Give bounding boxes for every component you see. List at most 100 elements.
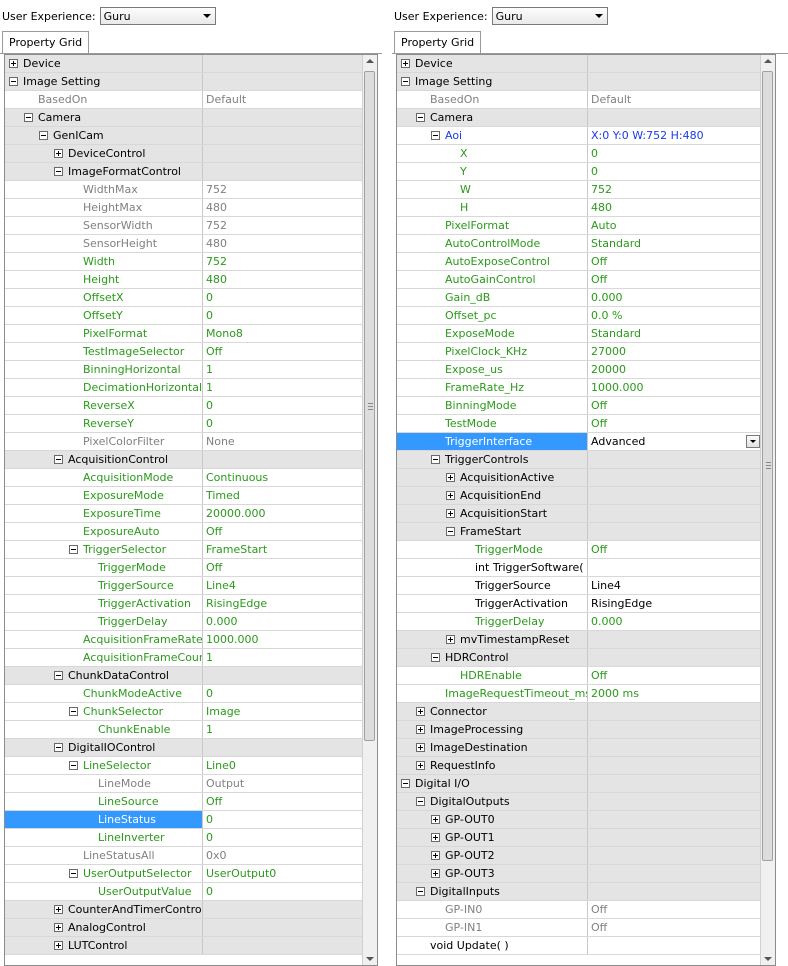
scroll-down-icon[interactable] <box>764 957 772 961</box>
expand-icon[interactable] <box>401 59 410 68</box>
property-row-exposuretime[interactable]: ExposureTime 20000.000 <box>5 505 363 523</box>
property-row-offsetx[interactable]: OffsetX 0 <box>5 289 363 307</box>
property-row-hdrcontrol[interactable]: HDRControl <box>397 649 761 667</box>
property-value[interactable]: Standard <box>588 325 761 342</box>
property-row-acquisitioncontrol[interactable]: AcquisitionControl <box>5 451 363 469</box>
expand-icon[interactable] <box>431 869 440 878</box>
property-value[interactable]: Continuous <box>203 469 363 486</box>
property-row-camera[interactable]: Camera <box>5 109 363 127</box>
collapse-icon[interactable] <box>431 455 440 464</box>
property-row-gp-in0[interactable]: GP-IN0 Off <box>397 901 761 919</box>
property-row-chunkenable[interactable]: ChunkEnable 1 <box>5 721 363 739</box>
property-row-sensorheight[interactable]: SensorHeight 480 <box>5 235 363 253</box>
property-row-heightmax[interactable]: HeightMax 480 <box>5 199 363 217</box>
expand-icon[interactable] <box>431 815 440 824</box>
property-value[interactable]: Advanced <box>588 433 761 450</box>
property-row-acquisitionactive[interactable]: AcquisitionActive <box>397 469 761 487</box>
property-row-gp-in1[interactable]: GP-IN1 Off <box>397 919 761 937</box>
expand-icon[interactable] <box>9 59 18 68</box>
property-row-triggermode[interactable]: TriggerMode Off <box>397 541 761 559</box>
expand-icon[interactable] <box>431 833 440 842</box>
property-row-chunkselector[interactable]: ChunkSelector Image <box>5 703 363 721</box>
property-value[interactable]: 2000 ms <box>588 685 761 702</box>
property-row-framerate-hz[interactable]: FrameRate_Hz 1000.000 <box>397 379 761 397</box>
property-row-height[interactable]: Height 480 <box>5 271 363 289</box>
property-row-reversey[interactable]: ReverseY 0 <box>5 415 363 433</box>
property-value[interactable]: 0 <box>203 685 363 702</box>
scroll-down-icon[interactable] <box>366 957 374 961</box>
collapse-icon[interactable] <box>39 131 48 140</box>
property-value[interactable]: 0 <box>203 307 363 324</box>
property-row-gain-db[interactable]: Gain_dB 0.000 <box>397 289 761 307</box>
property-value[interactable]: Default <box>588 91 761 108</box>
property-value[interactable]: X:0 Y:0 W:752 H:480 <box>588 127 761 144</box>
property-row-digitalinputs[interactable]: DigitalInputs <box>397 883 761 901</box>
property-row-digitaloutputs[interactable]: DigitalOutputs <box>397 793 761 811</box>
property-row-int-triggersoftware[interactable]: int TriggerSoftware( ) <box>397 559 761 577</box>
expand-icon[interactable] <box>54 941 63 950</box>
property-row-pixelclock-khz[interactable]: PixelClock_KHz 27000 <box>397 343 761 361</box>
expand-icon[interactable] <box>446 635 455 644</box>
collapse-icon[interactable] <box>446 527 455 536</box>
property-row-pixelformat[interactable]: PixelFormat Mono8 <box>5 325 363 343</box>
property-row-acquisitionmode[interactable]: AcquisitionMode Continuous <box>5 469 363 487</box>
property-value[interactable] <box>588 937 761 954</box>
property-row-aoi[interactable]: Aoi X:0 Y:0 W:752 H:480 <box>397 127 761 145</box>
property-value[interactable]: Off <box>588 271 761 288</box>
property-row-basedon[interactable]: BasedOn Default <box>5 91 363 109</box>
property-value[interactable]: 20000.000 <box>203 505 363 522</box>
property-row-imageformatcontrol[interactable]: ImageFormatControl <box>5 163 363 181</box>
property-row-expose-us[interactable]: Expose_us 20000 <box>397 361 761 379</box>
property-value[interactable]: 480 <box>203 235 363 252</box>
property-value[interactable]: Off <box>203 559 363 576</box>
property-value[interactable]: 1 <box>203 379 363 396</box>
property-value[interactable]: Off <box>588 415 761 432</box>
property-row-triggermode[interactable]: TriggerMode Off <box>5 559 363 577</box>
property-row-triggeractivation[interactable]: TriggerActivation RisingEdge <box>397 595 761 613</box>
property-row-useroutputselector[interactable]: UserOutputSelector UserOutput0 <box>5 865 363 883</box>
expand-icon[interactable] <box>54 905 63 914</box>
property-row-h[interactable]: H 480 <box>397 199 761 217</box>
property-row-triggercontrols[interactable]: TriggerControls <box>397 451 761 469</box>
property-value[interactable]: 480 <box>203 271 363 288</box>
tab-property-grid[interactable]: Property Grid <box>2 31 90 53</box>
property-value[interactable]: 752 <box>203 253 363 270</box>
property-row-sensorwidth[interactable]: SensorWidth 752 <box>5 217 363 235</box>
property-row-connector[interactable]: Connector <box>397 703 761 721</box>
property-row-triggersource[interactable]: TriggerSource Line4 <box>397 577 761 595</box>
property-row-basedon[interactable]: BasedOn Default <box>397 91 761 109</box>
property-row-devicecontrol[interactable]: DeviceControl <box>5 145 363 163</box>
property-row-testmode[interactable]: TestMode Off <box>397 415 761 433</box>
property-row-image-setting[interactable]: Image Setting <box>397 73 761 91</box>
property-row-offsety[interactable]: OffsetY 0 <box>5 307 363 325</box>
property-row-pixelformat[interactable]: PixelFormat Auto <box>397 217 761 235</box>
collapse-icon[interactable] <box>401 779 410 788</box>
property-row-requestinfo[interactable]: RequestInfo <box>397 757 761 775</box>
collapse-icon[interactable] <box>69 869 78 878</box>
expand-icon[interactable] <box>446 491 455 500</box>
property-value[interactable]: 1000.000 <box>203 631 363 648</box>
property-row-gp-out1[interactable]: GP-OUT1 <box>397 829 761 847</box>
property-value[interactable]: 1000.000 <box>588 379 761 396</box>
property-value[interactable]: Off <box>588 901 761 918</box>
property-row-y[interactable]: Y0 <box>397 163 761 181</box>
property-value[interactable]: None <box>203 433 363 450</box>
collapse-icon[interactable] <box>401 77 410 86</box>
property-value[interactable]: 27000 <box>588 343 761 360</box>
expand-icon[interactable] <box>416 725 425 734</box>
property-value[interactable]: UserOutput0 <box>203 865 363 882</box>
property-value[interactable]: 1 <box>203 721 363 738</box>
collapse-icon[interactable] <box>69 761 78 770</box>
property-value[interactable]: 0x0 <box>203 847 363 864</box>
property-row-linesource[interactable]: LineSource Off <box>5 793 363 811</box>
property-value[interactable]: 752 <box>203 181 363 198</box>
property-row-counterandtimercontrol[interactable]: CounterAndTimerControl <box>5 901 363 919</box>
vertical-scrollbar[interactable] <box>760 55 775 965</box>
property-value[interactable]: 0 <box>588 163 761 180</box>
scroll-up-icon[interactable] <box>764 59 772 63</box>
property-row-analogcontrol[interactable]: AnalogControl <box>5 919 363 937</box>
property-value[interactable]: Standard <box>588 235 761 252</box>
collapse-icon[interactable] <box>69 707 78 716</box>
property-value[interactable]: 480 <box>203 199 363 216</box>
property-row-linemode[interactable]: LineMode Output <box>5 775 363 793</box>
